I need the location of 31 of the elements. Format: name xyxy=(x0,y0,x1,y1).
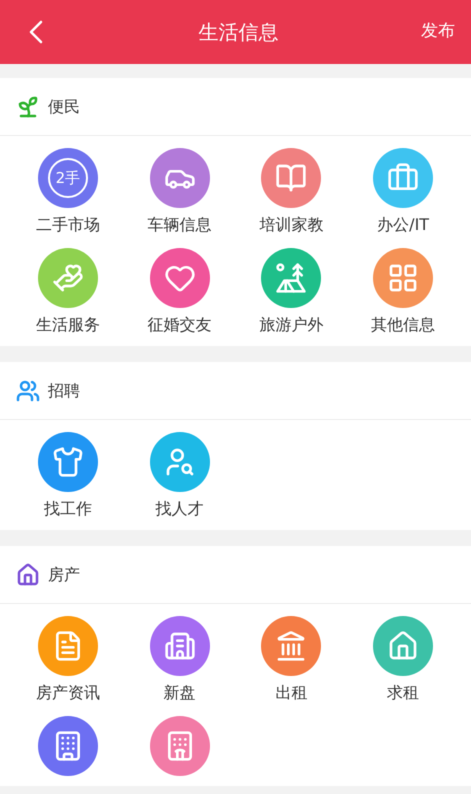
category-label[interactable]: 生活服务 xyxy=(36,314,100,336)
category-label[interactable]: 其他信息 xyxy=(371,314,436,336)
category-label[interactable]: 出租 xyxy=(275,682,308,704)
buildings-icon xyxy=(164,630,196,662)
category-label[interactable]: 找工作 xyxy=(44,498,92,520)
circular-badge-icon: 2手 xyxy=(48,158,88,198)
category-label[interactable]: 征婚交友 xyxy=(148,314,212,336)
category-label[interactable]: 办公/IT xyxy=(377,214,430,236)
category-label[interactable]: 房产资讯 xyxy=(36,682,100,704)
page-title: 生活信息 xyxy=(198,19,278,46)
section-title: 房产 xyxy=(48,564,80,586)
tent-icon xyxy=(275,262,308,294)
sprout-icon xyxy=(16,94,40,118)
grid-icon xyxy=(387,262,420,294)
category-label[interactable]: 求租 xyxy=(387,682,420,704)
category-label[interactable]: 旅游户外 xyxy=(259,314,324,336)
category-label[interactable]: 二手市场 xyxy=(36,214,100,236)
bank-icon xyxy=(275,630,308,662)
house-icon xyxy=(387,630,420,662)
people-icon xyxy=(16,378,40,402)
section-title: 便民 xyxy=(48,96,80,118)
category-label[interactable]: 新盘 xyxy=(164,682,196,704)
section-title: 招聘 xyxy=(48,380,80,402)
category-icon-button[interactable]: 2手 xyxy=(38,148,98,208)
category-label[interactable]: 找人才 xyxy=(156,498,204,520)
publish-button[interactable]: 发布 xyxy=(421,19,455,45)
category-label[interactable]: 车辆信息 xyxy=(148,214,212,236)
heart-hands-icon xyxy=(52,262,84,294)
person-search-icon xyxy=(164,446,196,478)
house-icon xyxy=(16,562,40,586)
category-label[interactable]: 培训家教 xyxy=(259,214,324,236)
